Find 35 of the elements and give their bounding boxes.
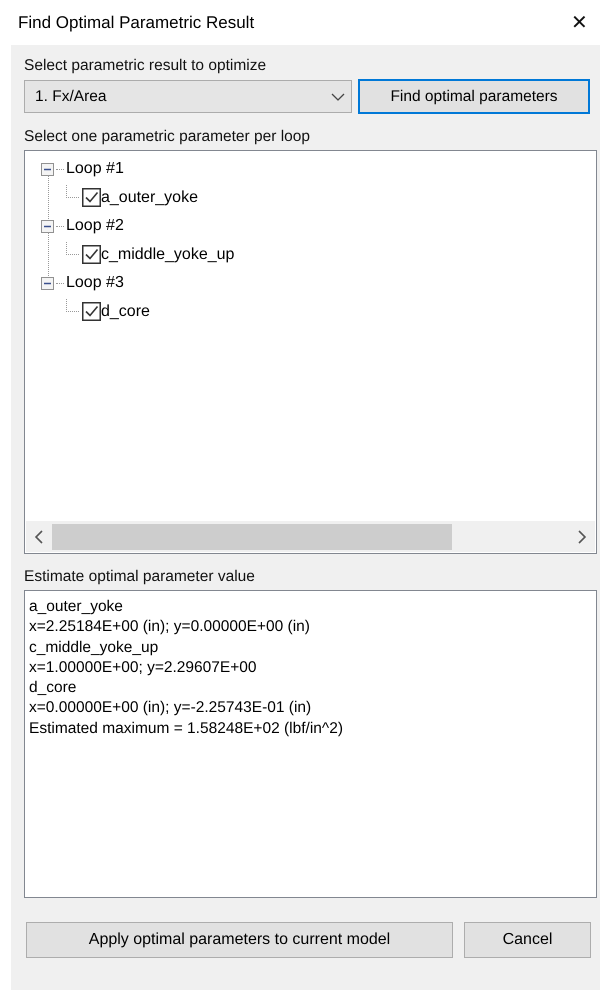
find-button[interactable]: Find optimal parameters (358, 79, 590, 114)
chevron-down-icon (331, 92, 345, 100)
result-dropdown[interactable]: 1. Fx/Area (24, 80, 352, 113)
cancel-button[interactable]: Cancel (464, 922, 591, 958)
checkbox-checked[interactable] (82, 188, 101, 208)
field-label: Estimate optimal parameter value (24, 568, 256, 586)
checkbox-checked[interactable] (82, 245, 101, 264)
tree-node[interactable]: c_middle_yoke_up (101, 246, 234, 264)
close-button[interactable]: ✕ (567, 10, 592, 35)
result-line: d_core (29, 678, 78, 698)
tree-node[interactable]: a_outer_yoke (101, 188, 198, 207)
result-line: c_middle_yoke_up (29, 638, 160, 658)
result-line: x=0.00000E+00 (in); y=-2.25743E-01 (in) (29, 698, 312, 718)
checkbox-checked[interactable] (82, 302, 101, 322)
result-line: x=2.25184E+00 (in); y=0.00000E+00 (in) (29, 617, 311, 638)
scroll-thumb[interactable] (52, 524, 452, 550)
tree-node[interactable]: Loop #1 (66, 160, 124, 178)
collapse-icon[interactable] (41, 276, 54, 290)
results-box[interactable]: a_outer_yoke x=2.25184E+00 (in); y=0.00000E+00 (in) c_middle_yoke_up x=1.00000E+00; y=2.29607E+00 d_core x=0.00000E+00 (in); y=-2.25743E-01 (in) Estimated maximum = 1.58248E+02 (lbf/in^2) (24, 590, 597, 898)
result-line: x=1.00000E+00; y=2.29607E+00 (29, 658, 258, 678)
scroll-right-icon[interactable] (577, 530, 587, 544)
tree-node[interactable]: d_core (101, 302, 150, 321)
tree-node[interactable]: Loop #3 (66, 274, 124, 292)
tree-node[interactable]: Loop #2 (66, 217, 124, 236)
tree-view[interactable]: Loop #1 a_outer_yoke Loop #2 c_middle_yoke_up Loop #3 d_core (24, 150, 597, 554)
scroll-left-icon[interactable] (34, 530, 44, 544)
horizontal-scrollbar[interactable] (26, 521, 595, 552)
window-title: Find Optimal Parametric Result (18, 12, 254, 32)
collapse-icon[interactable] (41, 162, 54, 176)
apply-button[interactable]: Apply optimal parameters to current model (26, 922, 453, 958)
field-label: Select parametric result to optimize (24, 57, 268, 75)
collapse-icon[interactable] (41, 220, 54, 233)
field-label: Select one parametric parameter per loop (24, 128, 312, 146)
result-line: a_outer_yoke (29, 597, 124, 617)
result-line: Estimated maximum = 1.58248E+02 (lbf/in^2) (29, 718, 344, 739)
